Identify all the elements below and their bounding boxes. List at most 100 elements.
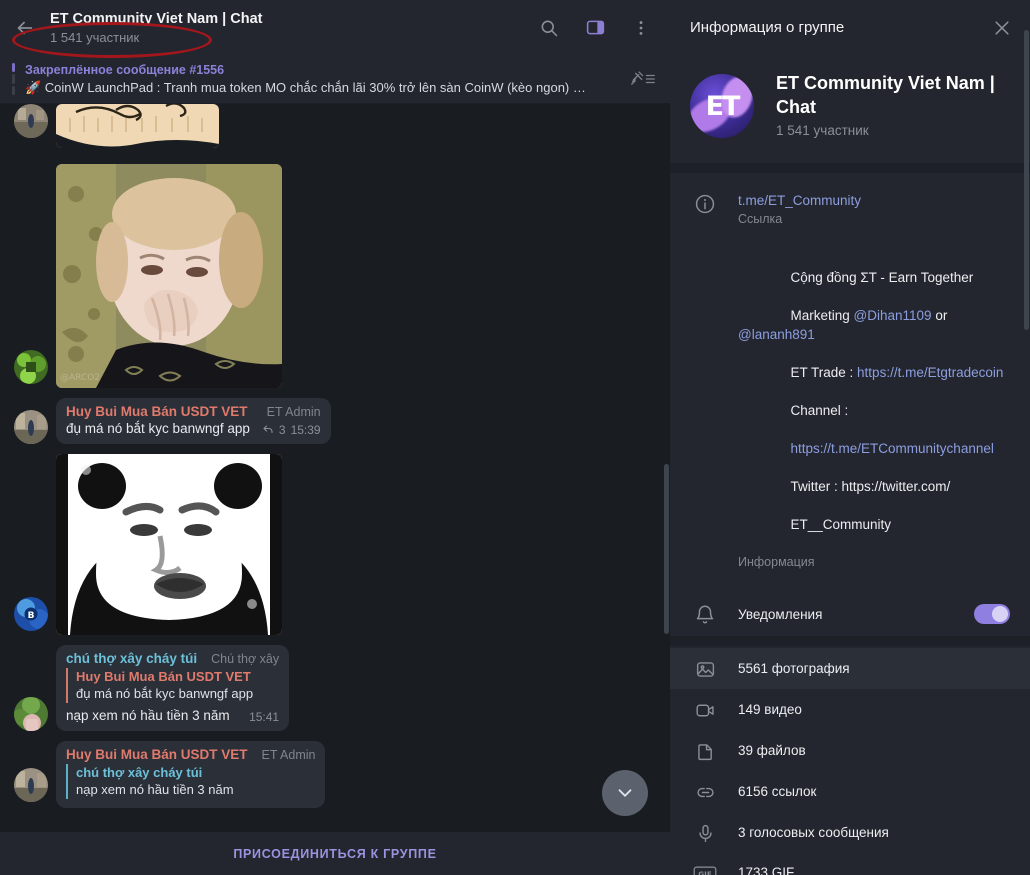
group-profile[interactable]: ET ET Community Viet Nam | Chat 1 541 уч… (670, 55, 1030, 163)
info-panel-header: Информация о группе (670, 0, 1030, 55)
info-panel-scroll: ET ET Community Viet Nam | Chat 1 541 уч… (670, 55, 1030, 875)
notifications-row[interactable]: Уведомления (670, 592, 1030, 636)
join-group-label: ПРИСОЕДИНИТЬСЯ К ГРУППЕ (233, 846, 437, 861)
quoted-sender: Huy Bui Mua Bán USDT VET (76, 669, 251, 684)
reply-arrow-icon (263, 425, 273, 434)
image-message[interactable]: @ARCO2 (56, 164, 282, 388)
message-bubble[interactable]: Huy Bui Mua Bán USDT VET ET Admin đụ má … (56, 398, 331, 444)
notifications-toggle[interactable] (974, 604, 1010, 624)
info-circle-icon (690, 191, 720, 229)
svg-text:GIF: GIF (698, 870, 712, 875)
chat-header-actions (532, 11, 658, 45)
cartoon-hand-image (56, 104, 219, 148)
avatar[interactable]: B (14, 597, 48, 631)
close-icon[interactable] (984, 10, 1020, 46)
message-sender: chú thợ xây cháy túi (66, 651, 198, 666)
search-icon[interactable] (532, 11, 566, 45)
image-message[interactable] (56, 454, 282, 635)
message-body: nạp xem nó hầu tiền 3 năm 15:41 (66, 706, 279, 725)
group-about-caption: Информация (738, 555, 815, 569)
info-panel-scrollbar[interactable] (1024, 30, 1029, 875)
avatar[interactable] (14, 104, 48, 138)
media-row-gifs[interactable]: GIF 1733 GIF (670, 853, 1030, 875)
about-mention-2[interactable]: @lananh891 (738, 327, 815, 342)
message-row: Huy Bui Mua Bán USDT VET ET Admin chú th… (0, 741, 670, 808)
quoted-message[interactable]: chú thợ xây cháy túi nạp xem nó hầu tiền… (66, 764, 315, 799)
avatar-image (14, 350, 48, 384)
avatar[interactable] (14, 410, 48, 444)
svg-text:B: B (28, 611, 35, 621)
message-sender-badge: Chú thợ xây (211, 652, 280, 666)
media-list: 5561 фотография 149 видео 39 файлов 6156… (670, 646, 1030, 875)
more-vertical-icon[interactable] (624, 11, 658, 45)
chat-title-block[interactable]: ET Community Viet Nam | Chat 1 541 участ… (44, 10, 532, 46)
about-line-3-prefix: ET Trade : (790, 365, 858, 380)
about-link-trade[interactable]: https://t.me/Etgtradecoin (857, 365, 1003, 380)
avatar-image: B (14, 597, 48, 631)
media-row-voice[interactable]: 3 голосовых сообщения (670, 812, 1030, 853)
media-label: 39 файлов (738, 743, 806, 758)
about-line-2-prefix: Marketing (790, 308, 854, 323)
media-label: 3 голосовых сообщения (738, 825, 889, 840)
toggle-info-panel-icon[interactable] (578, 11, 612, 45)
message-list: @ARCO2 Huy Bui Mua Bán USDT VET ET Admin… (0, 104, 670, 832)
avatar[interactable] (14, 768, 48, 802)
message-time: 15:39 (290, 423, 321, 437)
gif-icon: GIF (690, 862, 720, 875)
bubble-header: Huy Bui Mua Bán USDT VET ET Admin (66, 404, 321, 419)
group-about-row: Cộng đồng ΣT - Earn Together Marketing @… (670, 235, 1030, 578)
pinned-message-bar[interactable]: Закреплённое сообщение #1556 🚀 CoinW Lau… (0, 55, 670, 104)
quoted-message[interactable]: Huy Bui Mua Bán USDT VET đụ má nó bắt ky… (66, 668, 279, 703)
laughing-baby-image: @ARCO2 (56, 164, 282, 388)
message-row: Huy Bui Mua Bán USDT VET ET Admin đụ má … (0, 398, 670, 444)
message-row: @ARCO2 (0, 164, 670, 388)
bell-icon (690, 602, 720, 626)
message-sender-badge: ET Admin (261, 748, 316, 762)
media-row-photos[interactable]: 5561 фотография (670, 648, 1030, 689)
group-link-row[interactable]: t.me/ET_Community Ссылка (670, 185, 1030, 235)
divider (670, 163, 1030, 173)
avatar[interactable] (14, 350, 48, 384)
about-line-1: Cộng đồng ΣT - Earn Together (790, 270, 974, 285)
back-button[interactable] (6, 9, 44, 47)
message-row: chú thợ xây cháy túi Chú thợ xây Huy Bui… (0, 645, 670, 731)
about-link-channel[interactable]: https://t.me/ETCommunitychannel (791, 441, 994, 456)
file-icon (690, 739, 720, 762)
chat-title: ET Community Viet Nam | Chat (50, 10, 263, 27)
message-body: đụ má nó bắt kyc banwngf app 3 15:39 (66, 419, 321, 438)
message-text: đụ má nó bắt kyc banwngf app (66, 421, 250, 436)
quoted-sender: chú thợ xây cháy túi (76, 765, 203, 780)
group-link-content: t.me/ET_Community Ссылка (720, 191, 1010, 229)
message-row (0, 104, 670, 148)
pinned-text: 🚀 CoinW LaunchPad : Tranh mua token MO c… (25, 79, 586, 95)
group-profile-texts: ET Community Viet Nam | Chat 1 541 участ… (776, 71, 1010, 141)
pinned-list-icon[interactable] (630, 69, 656, 89)
chat-header: ET Community Viet Nam | Chat 1 541 участ… (0, 0, 670, 55)
about-mention-1[interactable]: @Dihan1109 (854, 308, 932, 323)
media-label: 149 видео (738, 702, 802, 717)
message-sender: Huy Bui Mua Bán USDT VET (66, 747, 248, 762)
media-row-files[interactable]: 39 файлов (670, 730, 1030, 771)
message-bubble[interactable]: chú thợ xây cháy túi Chú thợ xây Huy Bui… (56, 645, 290, 731)
quoted-text: nạp xem nó hầu tiền 3 năm (76, 782, 234, 797)
group-link-caption: Ссылка (738, 212, 783, 226)
message-bubble[interactable]: Huy Bui Mua Bán USDT VET ET Admin chú th… (56, 741, 326, 808)
panda-face-meme-image (56, 454, 282, 635)
chat-scrollbar[interactable] (664, 104, 669, 818)
avatar-image (14, 410, 48, 444)
group-name: ET Community Viet Nam | Chat (776, 73, 995, 117)
join-group-button[interactable]: ПРИСОЕДИНИТЬСЯ К ГРУППЕ (0, 832, 670, 875)
media-row-videos[interactable]: 149 видео (670, 689, 1030, 730)
media-row-links[interactable]: 6156 ссылок (670, 771, 1030, 812)
media-label: 6156 ссылок (738, 784, 817, 799)
chevron-down-icon (618, 789, 632, 797)
message-meta: 3 15:39 (262, 423, 321, 437)
avatar[interactable] (14, 697, 48, 731)
group-avatar[interactable]: ET (690, 74, 754, 138)
pinned-indicator (12, 63, 15, 95)
group-link-url[interactable]: t.me/ET_Community (738, 191, 1010, 210)
image-message[interactable] (56, 104, 219, 148)
message-time: 15:41 (249, 710, 280, 724)
avatar-image (14, 697, 48, 731)
scroll-to-bottom-button[interactable] (602, 770, 648, 816)
